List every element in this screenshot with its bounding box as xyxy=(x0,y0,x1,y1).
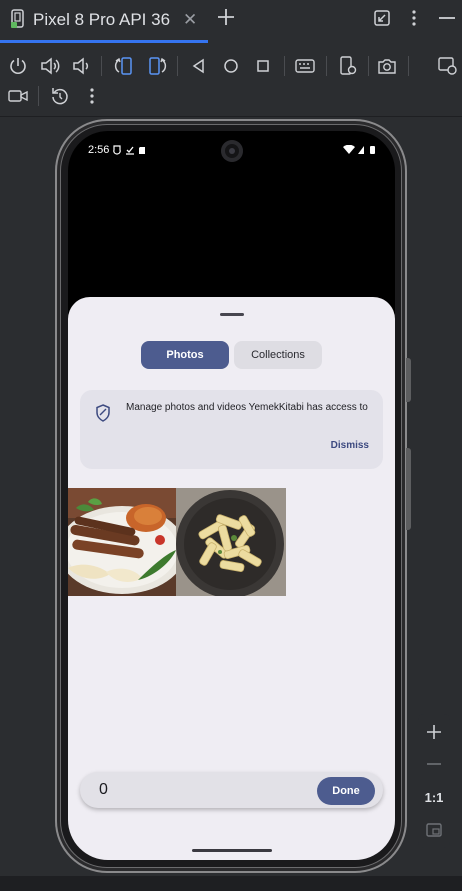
photo-picker-sheet: Photos Collections Manage photos and vid… xyxy=(68,297,395,860)
pasta-photo[interactable] xyxy=(176,488,286,596)
close-icon[interactable]: ✕ xyxy=(183,10,197,30)
side-button-volume xyxy=(406,358,411,402)
zoom-in-icon[interactable] xyxy=(423,721,445,743)
drag-handle[interactable] xyxy=(220,313,244,316)
volume-up-icon[interactable] xyxy=(39,55,61,77)
volume-down-icon[interactable] xyxy=(70,55,92,77)
power-icon[interactable] xyxy=(7,55,29,77)
zoom-actual-size-button[interactable]: 1:1 xyxy=(418,790,450,805)
toolbar-divider xyxy=(326,56,327,76)
more-icon[interactable] xyxy=(81,85,103,107)
gesture-nav-handle[interactable] xyxy=(192,849,272,852)
active-tab-indicator xyxy=(0,40,208,43)
status-clock: 2:56 xyxy=(88,144,110,156)
overview-icon[interactable] xyxy=(252,55,274,77)
device-tab-icon xyxy=(11,9,24,28)
selection-bar: 0 Done xyxy=(80,772,383,808)
toolbar-divider xyxy=(368,56,369,76)
minimize-icon[interactable] xyxy=(437,8,457,28)
record-icon[interactable] xyxy=(7,85,29,107)
status-bar: 2:56 xyxy=(68,131,395,171)
emulator-tab-bar: Pixel 8 Pro API 36 ✕ xyxy=(0,0,462,44)
toolbar-divider xyxy=(408,56,409,76)
keyboard-icon[interactable] xyxy=(294,55,316,77)
reset-icon[interactable] xyxy=(49,85,71,107)
done-button[interactable]: Done xyxy=(317,777,375,805)
tab-photos[interactable]: Photos xyxy=(141,341,229,369)
rotate-left-icon[interactable] xyxy=(113,55,135,77)
zoom-fit-icon[interactable] xyxy=(423,819,445,841)
add-tab-icon[interactable] xyxy=(215,6,237,28)
status-strip xyxy=(0,876,462,891)
emulator-toolbar xyxy=(0,44,462,117)
dismiss-button[interactable]: Dismiss xyxy=(331,440,369,451)
kebab-photo[interactable] xyxy=(68,488,176,596)
side-button-power xyxy=(406,448,411,530)
tab-collections[interactable]: Collections xyxy=(234,341,322,369)
more-vertical-icon[interactable] xyxy=(404,8,424,28)
toolbar-divider xyxy=(101,56,102,76)
toolbar-divider xyxy=(284,56,285,76)
screenshot-icon[interactable] xyxy=(376,55,398,77)
front-camera xyxy=(221,140,243,162)
toolbar-divider xyxy=(177,56,178,76)
device-tab-title: Pixel 8 Pro API 36 xyxy=(33,10,171,29)
system-status-icons xyxy=(343,145,375,154)
device-settings-icon[interactable] xyxy=(337,55,359,77)
notification-icons xyxy=(113,145,145,155)
zoom-controls: 1:1 xyxy=(418,714,450,848)
home-icon[interactable] xyxy=(220,55,242,77)
selected-count: 0 xyxy=(99,781,108,798)
banner-message: Manage photos and videos YemekKitabi has… xyxy=(126,402,368,413)
device-tab[interactable]: Pixel 8 Pro API 36 ✕ xyxy=(0,0,208,44)
toolbar-divider xyxy=(38,86,39,106)
snapshot-icon[interactable] xyxy=(437,55,459,77)
back-icon[interactable] xyxy=(188,55,210,77)
restore-window-icon[interactable] xyxy=(372,8,392,28)
shield-icon xyxy=(96,404,110,422)
device-screen[interactable]: 2:56 Photos Collections Manage photos an… xyxy=(68,131,395,860)
rotate-right-icon[interactable] xyxy=(146,55,168,77)
zoom-out-icon[interactable] xyxy=(423,753,445,775)
access-banner: Manage photos and videos YemekKitabi has… xyxy=(80,390,383,469)
